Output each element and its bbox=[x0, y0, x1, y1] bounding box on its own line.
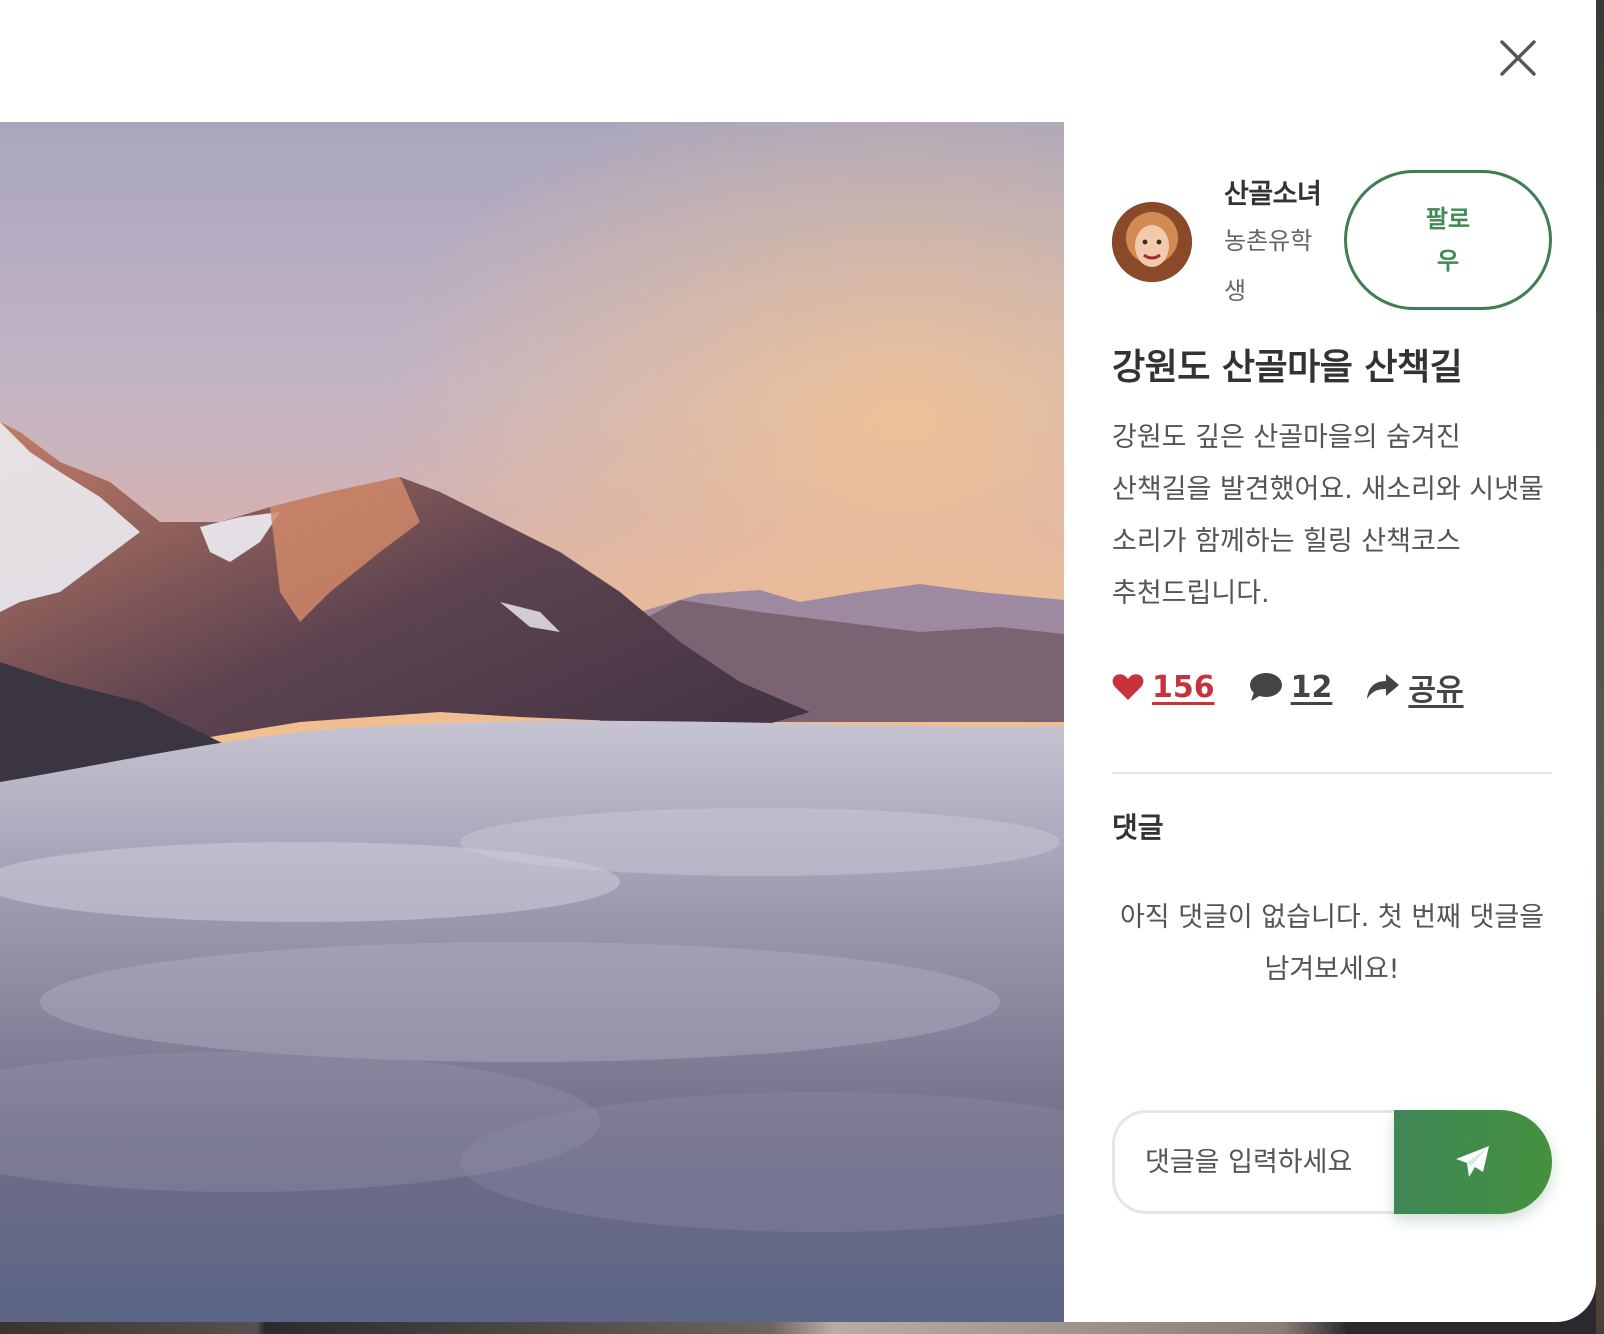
like-count: 156 bbox=[1152, 669, 1215, 705]
backdrop-strip bbox=[0, 1320, 1604, 1334]
like-button[interactable]: 156 bbox=[1112, 670, 1215, 705]
share-button[interactable]: 공유 bbox=[1366, 665, 1464, 709]
close-icon bbox=[1500, 40, 1536, 76]
author-subtitle: 농촌유학생 bbox=[1224, 227, 1313, 305]
speech-bubble-icon bbox=[1249, 673, 1282, 701]
backdrop-edge bbox=[1596, 0, 1604, 1334]
post-actions: 156 12 공유 bbox=[1112, 662, 1498, 712]
close-button[interactable] bbox=[1490, 30, 1546, 86]
avatar[interactable] bbox=[1112, 202, 1192, 282]
post-description: 강원도 깊은 산골마을의 숨겨진 산책길을 발견했어요. 새소리와 시냇물 소리… bbox=[1112, 422, 1544, 609]
paper-plane-icon bbox=[1456, 1146, 1489, 1177]
empty-comments-message: 아직 댓글이 없습니다. 첫 번째 댓글을 남겨보세요! bbox=[1119, 902, 1545, 985]
author-name[interactable]: 산골소녀 bbox=[1224, 172, 1322, 211]
comments-heading: 댓글 bbox=[1112, 811, 1164, 844]
share-label: 공유 bbox=[1408, 673, 1464, 708]
post-title: 강원도 산골마을 산책길 bbox=[1112, 347, 1463, 388]
share-arrow-icon bbox=[1367, 674, 1400, 699]
comment-count-button[interactable]: 12 bbox=[1249, 669, 1333, 705]
post-detail-panel: 산골소녀 농촌유학생 팔로우 강원도 산골마을 산책길 강원도 깊은 산골마을의… bbox=[1064, 122, 1596, 1322]
post-photo bbox=[0, 122, 1064, 1322]
follow-button[interactable]: 팔로우 bbox=[1344, 170, 1552, 310]
heart-icon bbox=[1112, 674, 1144, 700]
comment-form bbox=[1112, 1110, 1552, 1214]
send-comment-button[interactable] bbox=[1394, 1110, 1552, 1214]
divider bbox=[1112, 772, 1552, 774]
comment-input[interactable] bbox=[1112, 1110, 1402, 1214]
post-modal: 산골소녀 농촌유학생 팔로우 강원도 산골마을 산책길 강원도 깊은 산골마을의… bbox=[0, 0, 1596, 1322]
author-section: 산골소녀 농촌유학생 팔로우 bbox=[1112, 170, 1552, 310]
comment-count: 12 bbox=[1290, 669, 1333, 705]
